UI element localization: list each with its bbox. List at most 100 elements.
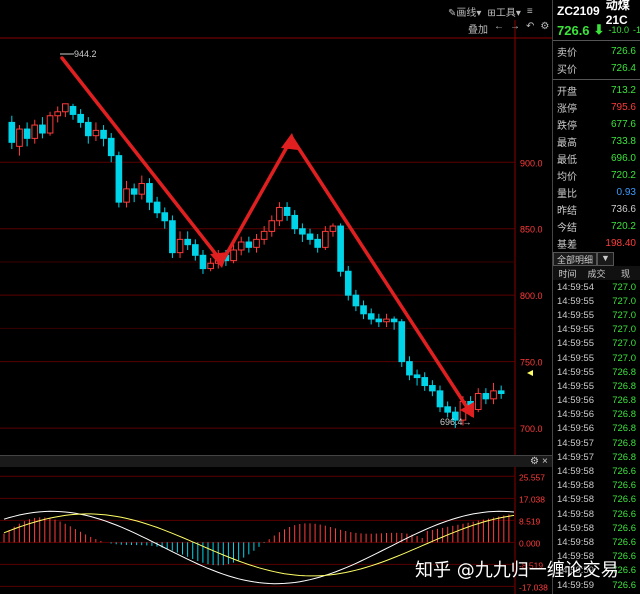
quote-row: 均价 720.2: [553, 167, 640, 184]
candle-body: [84, 121, 92, 137]
candle-body: [344, 270, 352, 296]
candle-body: [436, 390, 444, 408]
tick-time: 14:59:56: [557, 409, 594, 421]
candle-body: [123, 188, 130, 203]
tick-row: 14:59:55 727.0: [553, 337, 640, 351]
tick-time: 14:59:55: [557, 352, 594, 364]
quote-value: 713.2: [610, 85, 636, 96]
candle-body: [62, 103, 69, 113]
candle-body: [482, 393, 490, 400]
tick-row: 14:59:56 726.8: [553, 422, 640, 436]
candle-body: [406, 361, 413, 376]
tools-button[interactable]: ⊞工具▾: [487, 4, 520, 19]
candle-body: [245, 241, 253, 248]
candle-body: [69, 105, 77, 115]
candle-body: [176, 238, 184, 254]
candle-body: [337, 225, 344, 272]
quote-row: 涨停 795.6: [553, 99, 640, 116]
col-time: 时间: [558, 268, 577, 279]
menu-icon[interactable]: ≡: [527, 6, 533, 17]
candle-body: [23, 128, 31, 139]
tick-time: 14:59:55: [557, 309, 594, 321]
quote-row: 今结 720.2: [553, 218, 640, 235]
kline-chart-area[interactable]: 900.0 850.0 800.0 750.0 700.0 944.2 696.4→ 25.5…: [0, 0, 552, 594]
tools-label: 工具: [495, 7, 516, 19]
quote-panel: ZC2109 动煤21C 726.6 ⬇ -10.0 -1 卖价 726.6 买价 7…: [552, 0, 640, 594]
overlay-button[interactable]: 叠加: [468, 21, 488, 36]
quote-label: 基差: [557, 240, 577, 251]
candle-body: [184, 238, 192, 246]
price-chart[interactable]: 900.0 850.0 800.0 750.0 700.0 944.2 696.4→ 25.5…: [0, 0, 552, 594]
candle-body: [352, 294, 360, 307]
settings-icon[interactable]: ⚙: [530, 456, 539, 467]
quote-label: 开盘: [557, 87, 577, 98]
price-change-pct: -1: [632, 25, 640, 35]
candle-body: [192, 244, 199, 256]
candle-body: [46, 115, 54, 134]
tab-all-details[interactable]: 全部明细: [553, 252, 598, 266]
dropdown-icon[interactable]: ▼: [597, 252, 614, 266]
gear-icon[interactable]: ⚙: [540, 21, 549, 36]
quote-value: 677.6: [610, 119, 636, 130]
quote-value: 726.4: [610, 63, 636, 74]
low-marker: 696.4→: [440, 417, 472, 427]
quote-value: 198.40: [605, 238, 636, 249]
candle-body: [207, 262, 214, 270]
tick-time: 14:59:58: [557, 480, 594, 492]
candle-body: [31, 124, 39, 139]
quote-list: 卖价 726.6 买价 726.4 开盘 713.2 涨停 795.6 跌停 677.6 最高 733…: [553, 43, 640, 252]
undo-icon[interactable]: ↶: [526, 21, 534, 36]
macd-axis-label: 17.038: [519, 494, 545, 504]
symbol-name: 动煤21C: [605, 0, 630, 27]
right-arrow-icon[interactable]: →: [510, 21, 520, 36]
tick-price: 726.6: [612, 466, 636, 478]
draw-line-button[interactable]: ✎画线▾: [448, 4, 481, 19]
candle-body: [153, 201, 161, 214]
candle-body: [276, 206, 283, 222]
tick-price: 726.8: [612, 366, 636, 378]
tick-time: 14:59:58: [557, 522, 594, 534]
divider: [553, 40, 640, 41]
tick-time: 14:59:58: [557, 466, 594, 478]
quote-label: 最高: [557, 138, 577, 149]
candle-body: [237, 241, 245, 251]
tick-price: 726.6: [612, 480, 636, 492]
tick-time: 14:59:57: [557, 451, 594, 463]
last-price: 726.6: [557, 22, 590, 38]
tick-time: 14:59:55: [557, 295, 594, 307]
high-marker: 944.2: [74, 49, 97, 59]
candle-body: [383, 318, 390, 323]
tick-row: 14:59:55 727.0: [553, 323, 640, 337]
candle-body: [283, 206, 291, 216]
quote-label: 昨结: [557, 206, 577, 217]
tick-price: 727.0: [612, 324, 636, 336]
candle-body: [413, 374, 421, 379]
candle-body: [16, 128, 23, 147]
candle-body: [161, 212, 169, 222]
tick-time: 14:59:58: [557, 536, 594, 548]
quote-value: 726.6: [610, 46, 636, 57]
candle-body: [92, 129, 100, 137]
candle-body: [268, 220, 276, 232]
tick-time: 14:59:58: [557, 508, 594, 520]
tick-row: 14:59:57 726.8: [553, 450, 640, 464]
candle-body: [130, 188, 138, 195]
quote-label: 今结: [557, 223, 577, 234]
left-arrow-icon[interactable]: ←: [494, 21, 504, 36]
candle-body: [146, 183, 153, 203]
tick-list[interactable]: 14:59:54 727.0 14:59:55 727.0 14:59:55 727.0 1…: [553, 280, 640, 592]
tick-row: 14:59:58 726.6: [553, 507, 640, 521]
price-axis-label: 800.0: [520, 291, 543, 301]
tick-price: 726.8: [612, 395, 636, 407]
symbol-header: ZC2109 动煤21C: [553, 0, 640, 27]
chart-toolbar: ✎画线▾ ⊞工具▾ ≡: [448, 4, 533, 19]
candle-body: [54, 111, 62, 117]
candle-body: [260, 230, 268, 240]
close-icon[interactable]: ×: [542, 456, 548, 467]
tick-price: 726.8: [612, 451, 636, 463]
candle-body: [138, 183, 146, 195]
tick-price: 726.6: [612, 522, 636, 534]
tick-price: 727.0: [612, 338, 636, 350]
quote-label: 跌停: [557, 121, 577, 132]
divider: [553, 79, 640, 80]
